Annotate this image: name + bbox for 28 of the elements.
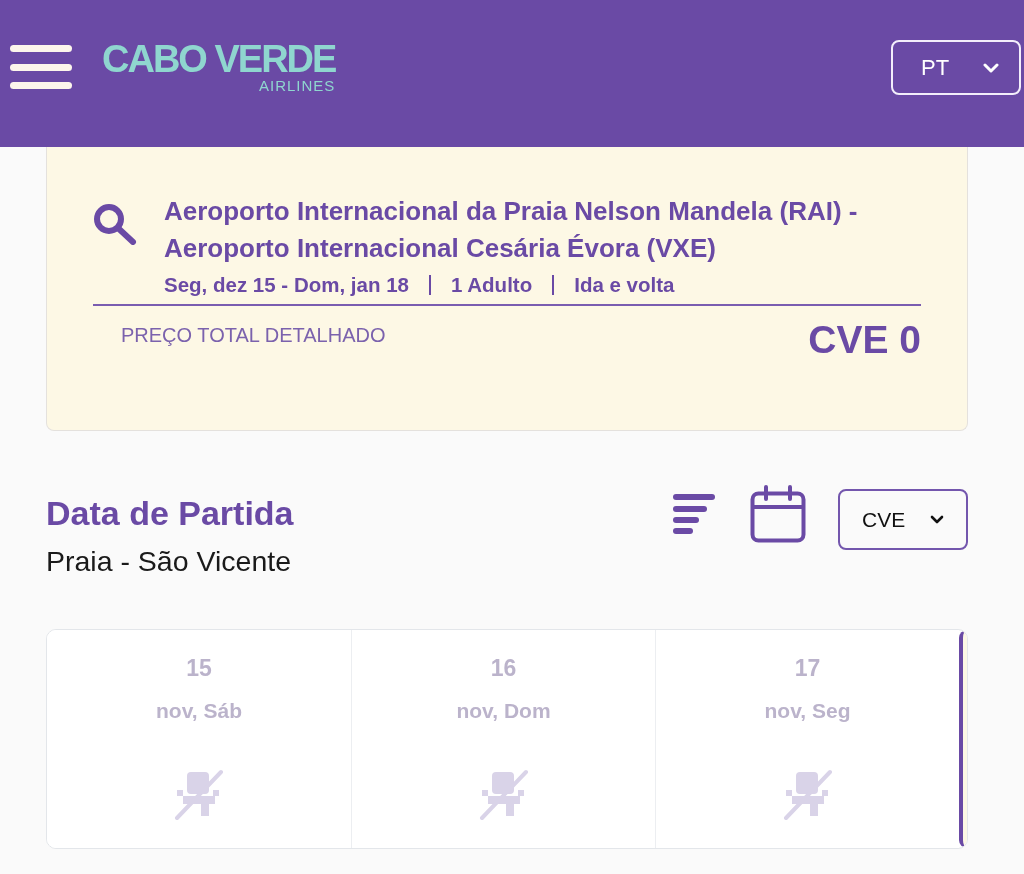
logo-tagline: AIRLINES [259,78,336,93]
no-seat-icon [477,768,530,820]
search-icon[interactable] [93,203,137,245]
next-day-card-edge[interactable] [959,630,967,848]
route-title: Aeroporto Internacional da Praia Nelson Mandela (RAI) - Aeroporto Internacional Cesária Évora (VXE) [164,195,859,265]
no-seat-icon [781,768,834,820]
calendar-icon[interactable] [750,485,806,543]
currency-dropdown[interactable]: CVE [838,489,968,550]
sort-icon[interactable] [673,493,715,535]
trip-detail: 1 Adulto [450,272,533,298]
day-label: nov, Dom [456,698,551,724]
logo-wordmark[interactable]: CABO VERDE [102,40,336,78]
section-title: Data de Partida [46,493,294,533]
day-label: nov, Seg [764,698,851,724]
no-seat-icon [173,768,225,820]
price-label: PREÇO TOTAL DETALHADO [121,323,386,348]
day-number: 15 [186,654,212,682]
language-dropdown[interactable]: PT [891,40,1021,95]
chevron-down-icon [983,62,999,73]
trip-detail: Seg, dez 15 - Dom, jan 18 [164,272,409,298]
route-subtitle: Praia - São Vicente [46,544,293,579]
day-label: nov, Sáb [156,698,242,724]
chevron-down-icon [930,515,944,524]
total-price: CVE 0 [808,317,921,363]
day-number: 17 [794,654,821,682]
menu-icon[interactable] [10,45,72,89]
day-number: 16 [490,654,517,682]
trip-detail: Ida e volta [574,272,675,298]
